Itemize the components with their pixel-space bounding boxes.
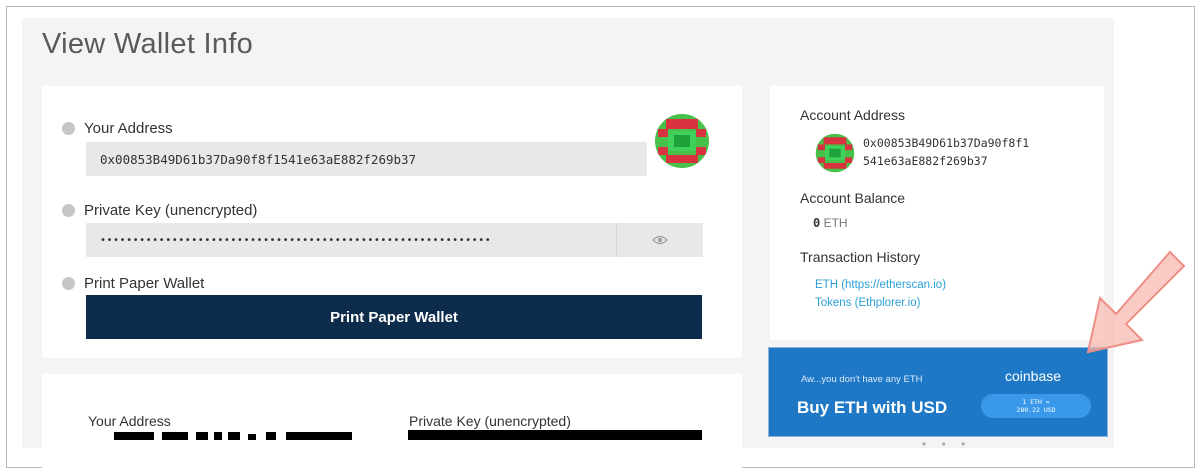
banner-title: Buy ETH with USD — [797, 398, 948, 417]
private-key-masked: ••••••••••••••••••••••••••••••••••••••••… — [100, 234, 492, 246]
help-icon[interactable] — [62, 277, 75, 290]
coinbase-logo: coinbase — [1005, 368, 1062, 384]
eth-rate-badge: 1 ETH = 280.22 USD — [981, 394, 1091, 418]
transaction-history-label: Transaction History — [800, 249, 921, 265]
help-icon[interactable] — [62, 204, 75, 217]
private-key-field[interactable]: ••••••••••••••••••••••••••••••••••••••••… — [86, 223, 616, 257]
etherscan-link[interactable]: ETH (https://etherscan.io) — [815, 279, 946, 291]
address-qr-code — [114, 432, 352, 440]
address-value: 0x00853B49D61b37Da90f8f1541e63aE882f269b… — [100, 151, 417, 167]
private-key-label: Private Key (unencrypted) — [84, 202, 258, 219]
ethplorer-link[interactable]: Tokens (Ethplorer.io) — [815, 297, 920, 309]
help-icon[interactable] — [62, 122, 75, 135]
account-identicon — [815, 133, 855, 173]
private-key-label-row: Private Key (unencrypted) — [62, 202, 257, 219]
page-title: View Wallet Info — [42, 28, 254, 60]
your-address-label-row: Your Address — [62, 120, 173, 137]
banner-subtitle: Aw...you don't have any ETH — [801, 374, 923, 385]
private-key-qr-code — [408, 430, 702, 440]
account-balance-label: Account Balance — [800, 190, 906, 206]
identicon — [655, 114, 709, 168]
balance-unit: ETH — [823, 216, 848, 230]
rate-line1: 1 ETH = — [1022, 398, 1050, 406]
rate-line2: 280.22 USD — [1016, 406, 1056, 414]
account-address-line2: 541e63aE882f269b37 — [863, 154, 988, 168]
paper-your-address-label: Your Address — [88, 413, 171, 429]
paper-private-key-label: Private Key (unencrypted) — [409, 413, 571, 429]
print-label: Print Paper Wallet — [84, 275, 205, 292]
account-balance: 0 ETH — [813, 216, 848, 230]
pagination-dots: • • • — [922, 437, 972, 451]
account-address-label: Account Address — [800, 107, 906, 123]
toggle-visibility-button[interactable] — [616, 223, 703, 257]
your-address-label: Your Address — [84, 120, 173, 137]
account-address-line1: 0x00853B49D61b37Da90f8f1 — [863, 136, 1030, 150]
buy-eth-banner[interactable]: Aw...you don't have any ETH Buy ETH with… — [768, 347, 1108, 437]
arrow-icon — [1086, 250, 1186, 354]
eye-icon — [652, 235, 668, 245]
print-paper-wallet-button[interactable]: Print Paper Wallet — [86, 295, 702, 339]
address-field[interactable]: 0x00853B49D61b37Da90f8f1541e63aE882f269b… — [86, 142, 647, 176]
print-label-row: Print Paper Wallet — [62, 275, 204, 292]
balance-amount: 0 — [813, 216, 821, 230]
